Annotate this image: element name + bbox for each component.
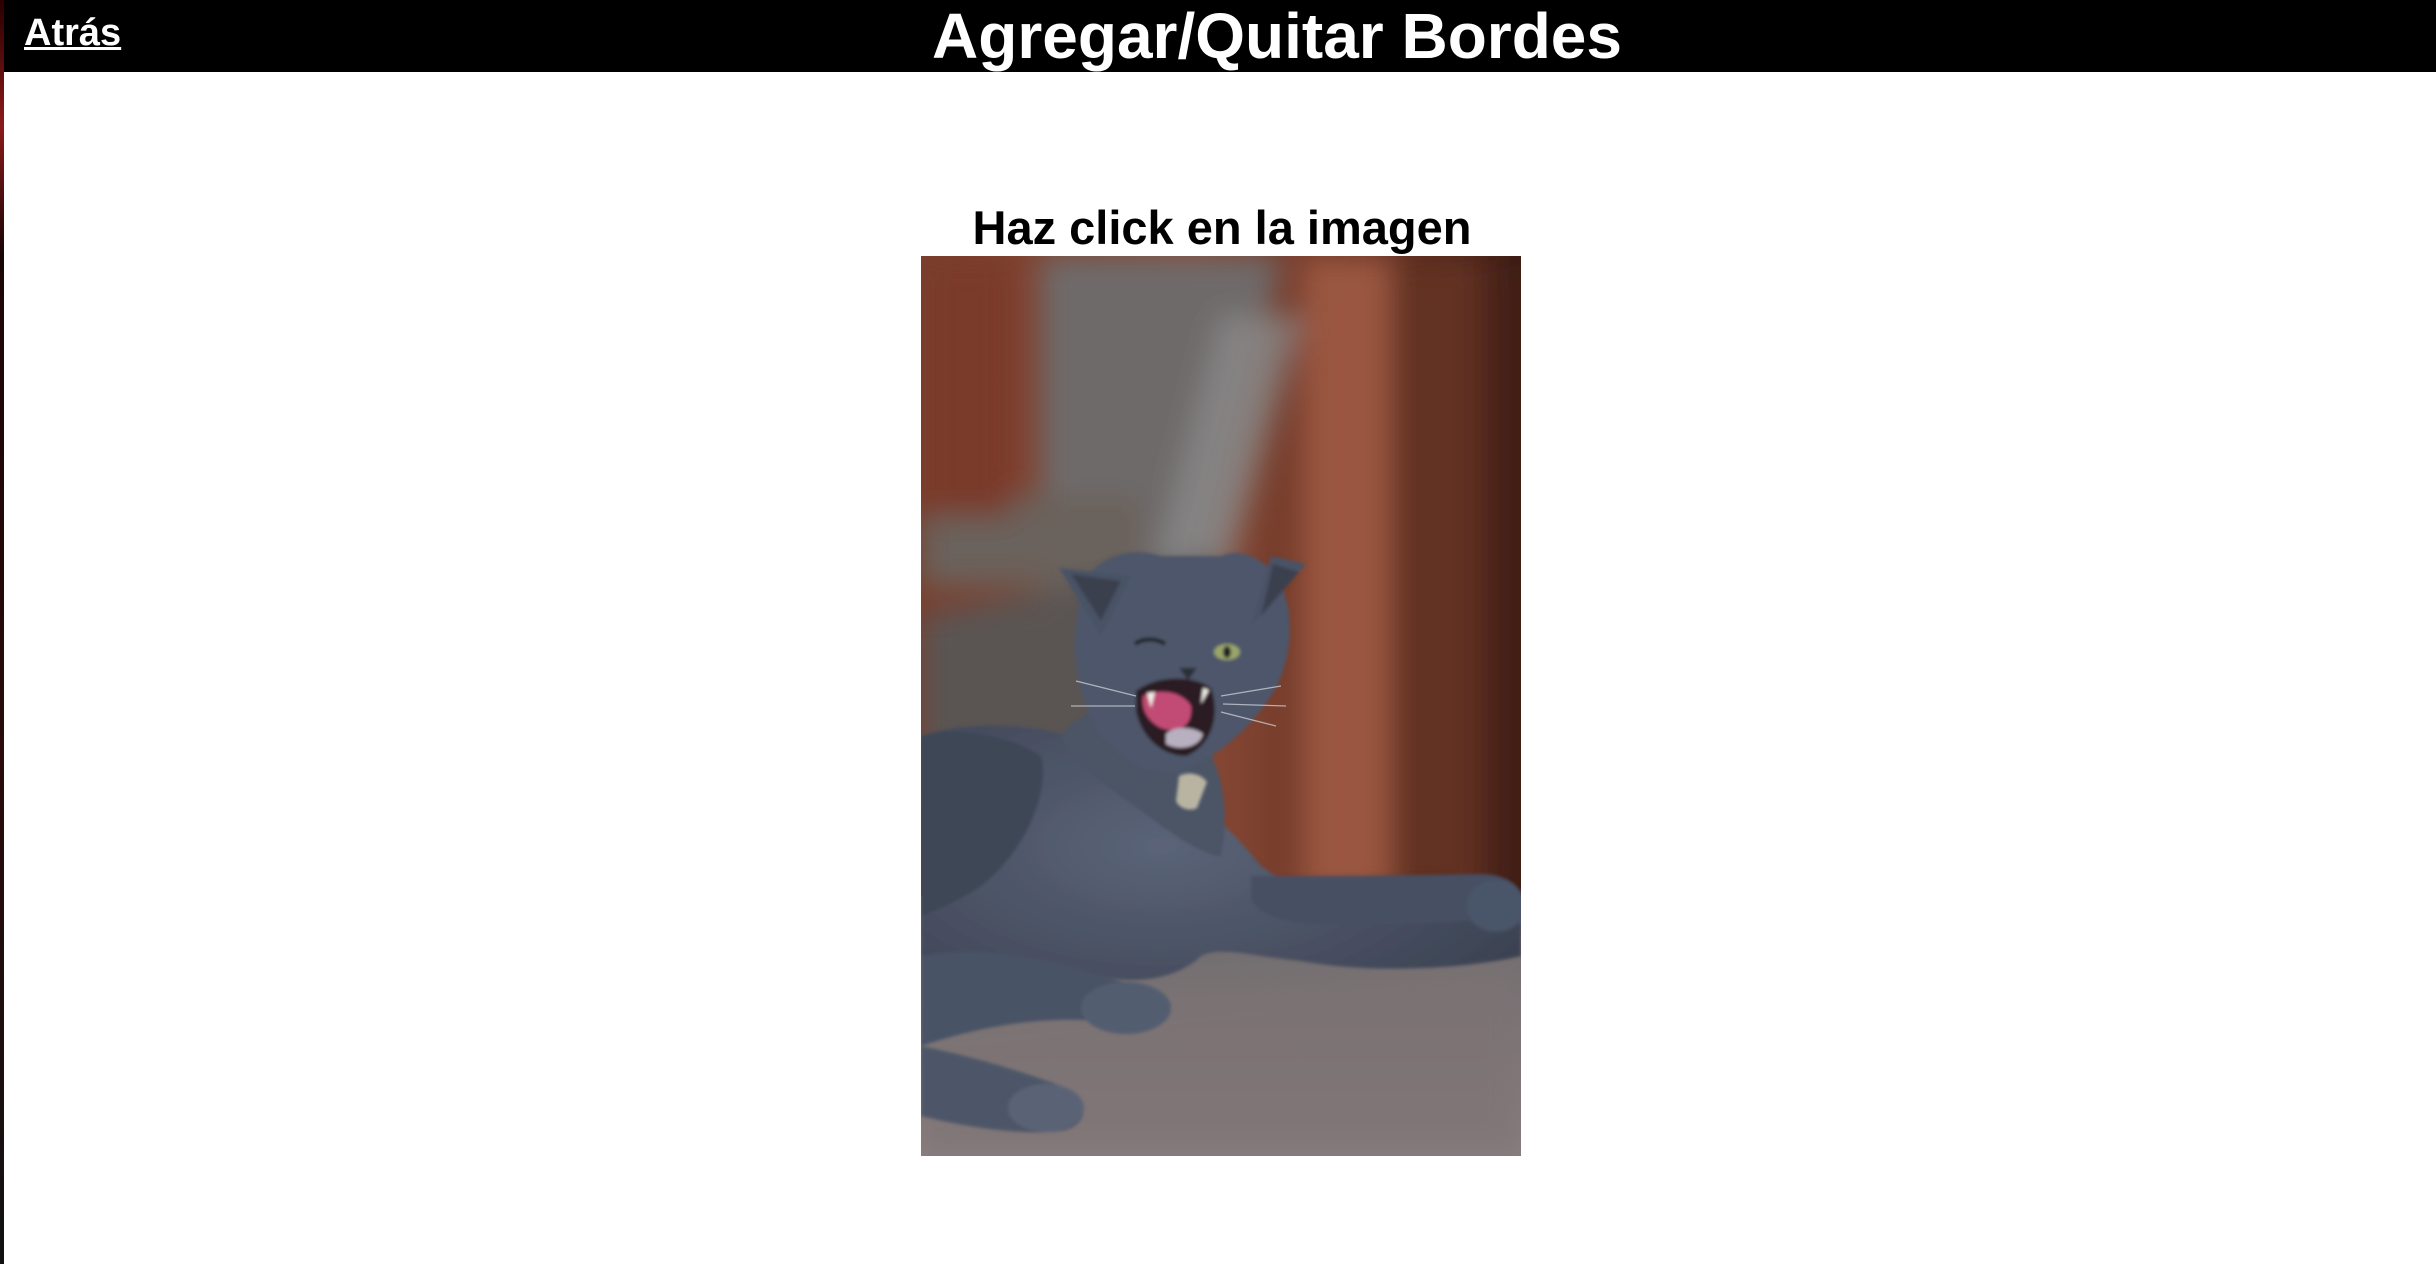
cat-photo[interactable] [921, 256, 1521, 1156]
instruction-heading: Haz click en la imagen [972, 201, 1472, 254]
window-edge [0, 0, 4, 1264]
page-title: Agregar/Quitar Bordes [932, 0, 1622, 72]
